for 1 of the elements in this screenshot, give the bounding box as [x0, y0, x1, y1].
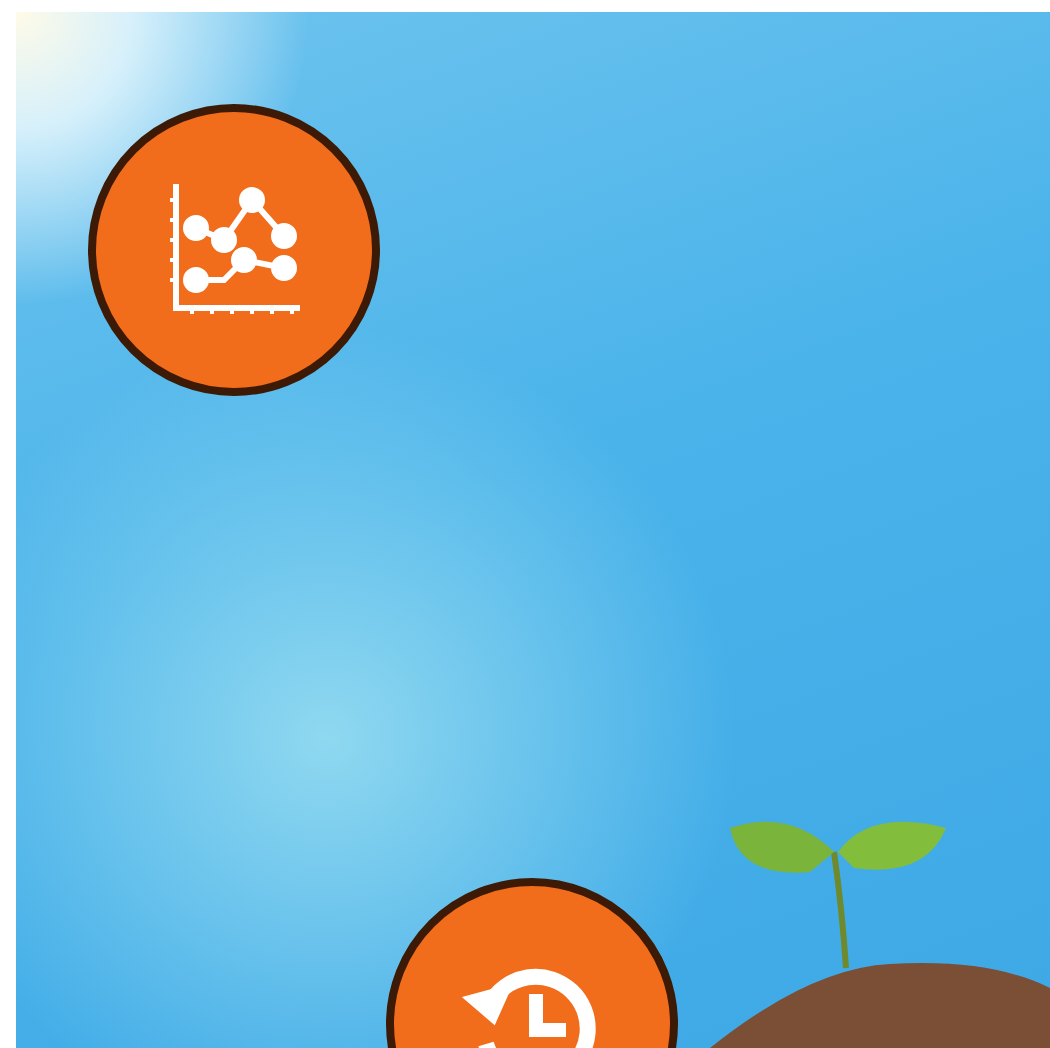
line-chart-icon	[164, 180, 304, 320]
